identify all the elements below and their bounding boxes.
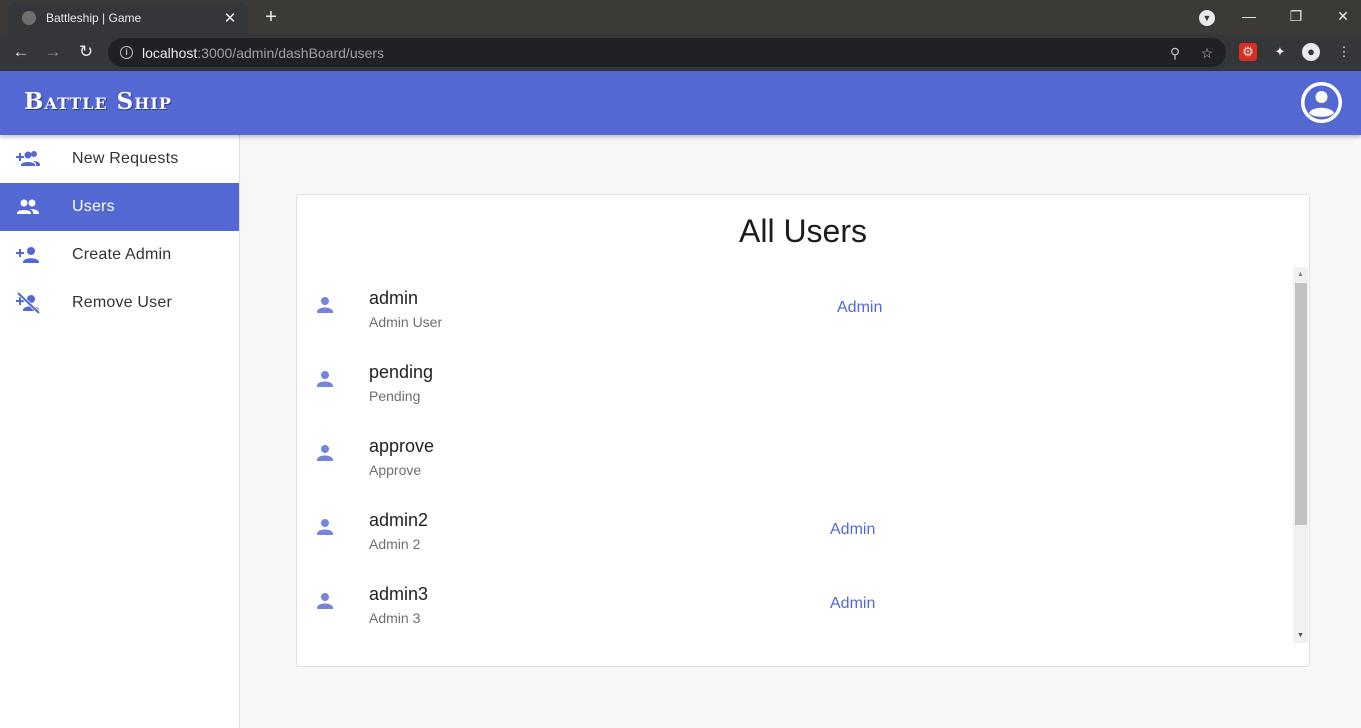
restore-icon[interactable]: ❐ (1273, 0, 1319, 32)
user-subtitle: Admin 2 (369, 536, 421, 552)
key-icon[interactable]: ⚲ (1166, 44, 1184, 62)
sidebar-item-label: New Requests (72, 150, 179, 167)
user-name: admin2 (369, 510, 429, 530)
group-add-icon (16, 148, 40, 170)
person-remove-icon (16, 291, 41, 315)
sidebar-item-remove-user[interactable]: Remove User (0, 279, 239, 327)
list-item[interactable]: admin Admin User Admin (297, 267, 1293, 341)
close-window-icon[interactable]: ✕ (1320, 0, 1361, 32)
puzzle-icon[interactable]: ✦ (1271, 43, 1289, 61)
url-host: localhost (142, 44, 198, 61)
role-badge: Admin (830, 595, 876, 612)
forward-icon[interactable]: → (40, 39, 66, 65)
sidebar-item-label: Remove User (72, 294, 173, 311)
account-avatar-icon[interactable] (1301, 82, 1342, 123)
browser-tab[interactable]: Battleship | Game ✕ (8, 2, 248, 34)
star-icon[interactable]: ☆ (1198, 44, 1216, 62)
page-title: All Users (738, 213, 867, 249)
extension-icon[interactable]: ⚙ (1239, 43, 1257, 61)
person-icon (315, 517, 335, 537)
users-card: All Users admin Admin User Admin pending… (296, 194, 1310, 667)
list-item[interactable]: pending Pending (297, 341, 1293, 415)
site-info-icon[interactable]: i (120, 46, 133, 59)
user-subtitle: Approve (369, 462, 422, 478)
back-icon[interactable]: ← (8, 39, 34, 65)
person-icon (315, 591, 335, 611)
menu-dots-icon[interactable]: ⋮ (1335, 43, 1353, 61)
sidebar: New Requests Users Create Admin Remove U… (0, 135, 240, 728)
browser-tabstrip: Battleship | Game ✕ + ▼ — ❐ ✕ (0, 0, 1361, 34)
list-scrollbar[interactable]: ▲ ▼ (1293, 267, 1308, 643)
sidebar-item-label: Create Admin (72, 246, 172, 263)
user-subtitle: Admin User (369, 314, 443, 330)
url-path: :3000/admin/dashBoard/users (197, 44, 385, 61)
person-icon (315, 295, 335, 315)
scroll-down-icon[interactable]: ▼ (1293, 628, 1308, 643)
sidebar-item-new-requests[interactable]: New Requests (0, 135, 239, 183)
sidebar-item-create-admin[interactable]: Create Admin (0, 231, 239, 279)
user-subtitle: Admin 3 (369, 610, 421, 626)
role-badge: Admin (830, 521, 876, 538)
role-badge: Admin (837, 299, 883, 316)
person-icon (315, 443, 335, 463)
list-item[interactable]: admin2 Admin 2 Admin (297, 489, 1293, 563)
sidebar-item-users[interactable]: Users (0, 183, 239, 231)
user-name: admin3 (369, 584, 429, 604)
user-name: pending (369, 362, 434, 382)
people-icon (16, 196, 40, 218)
globe-icon (22, 11, 36, 25)
list-item[interactable]: admin3 Admin 3 Admin (297, 563, 1293, 637)
scrollbar-thumb[interactable] (1295, 283, 1307, 525)
brand-logo[interactable]: Battle Ship (24, 88, 172, 115)
list-item[interactable]: approve Approve (297, 415, 1293, 489)
new-tab-button[interactable]: + (258, 4, 284, 30)
tab-title: Battleship | Game (46, 11, 142, 25)
scroll-up-icon[interactable]: ▲ (1293, 267, 1308, 282)
person-add-icon (16, 244, 40, 266)
reload-icon[interactable]: ↻ (73, 39, 99, 65)
user-name: approve (369, 436, 435, 456)
users-list[interactable]: admin Admin User Admin pending Pending a… (297, 267, 1293, 639)
user-name: admin (369, 288, 419, 308)
close-tab-icon[interactable]: ✕ (222, 9, 238, 27)
tab-search-icon[interactable]: ▼ (1199, 10, 1215, 26)
profile-icon[interactable]: ● (1302, 43, 1320, 61)
minimize-icon[interactable]: — (1226, 0, 1272, 32)
user-subtitle: Pending (369, 388, 421, 404)
address-bar[interactable]: i localhost :3000/admin/dashBoard/users … (108, 38, 1226, 67)
browser-toolbar: ← → ↻ i localhost :3000/admin/dashBoard/… (0, 34, 1361, 71)
app-header: Battle Ship (0, 71, 1361, 135)
person-icon (315, 369, 335, 389)
sidebar-item-label: Users (72, 198, 115, 215)
